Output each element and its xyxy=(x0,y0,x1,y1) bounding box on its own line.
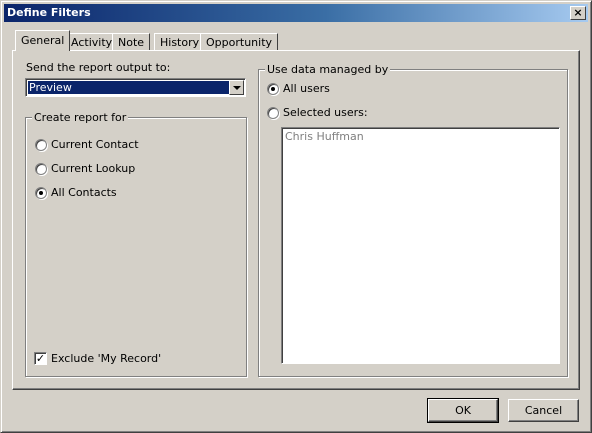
radio-all-contacts[interactable] xyxy=(35,187,47,199)
cancel-button[interactable]: Cancel xyxy=(508,399,579,422)
tab-note-label: Note xyxy=(118,36,145,49)
radio-current-contact[interactable] xyxy=(35,139,47,151)
output-selected-value: Preview xyxy=(28,81,230,94)
current-lookup-label[interactable]: Current Lookup xyxy=(51,162,135,175)
close-button[interactable]: × xyxy=(570,6,586,20)
exclude-my-record-label[interactable]: Exclude 'My Record' xyxy=(51,352,161,365)
users-listbox[interactable]: Chris Huffman xyxy=(281,127,560,364)
selected-users-label[interactable]: Selected users: xyxy=(283,106,368,119)
define-filters-dialog: Define Filters × General Activity Note H… xyxy=(0,0,592,433)
tab-opportunity[interactable]: Opportunity xyxy=(200,33,279,51)
tab-history-label: History xyxy=(160,36,200,49)
tab-opportunity-label: Opportunity xyxy=(206,36,273,49)
tab-history[interactable]: History xyxy=(154,33,206,51)
tab-activity[interactable]: Activity xyxy=(65,33,119,51)
title-bar[interactable]: Define Filters × xyxy=(4,4,588,22)
all-contacts-label[interactable]: All Contacts xyxy=(51,186,117,199)
close-icon: × xyxy=(573,6,583,19)
radio-all-users[interactable] xyxy=(267,83,279,95)
check-icon: ✓ xyxy=(35,352,46,365)
tab-note[interactable]: Note xyxy=(112,33,151,51)
exclude-my-record-checkbox[interactable]: ✓ xyxy=(34,352,47,365)
tab-general[interactable]: General xyxy=(15,30,71,51)
chevron-down-icon[interactable] xyxy=(229,80,244,95)
current-contact-label[interactable]: Current Contact xyxy=(51,138,139,151)
radio-current-lookup[interactable] xyxy=(35,163,47,175)
output-select[interactable]: Preview xyxy=(25,78,246,97)
tab-general-label: General xyxy=(21,34,65,47)
ok-button[interactable]: OK xyxy=(427,398,499,423)
dialog-title: Define Filters xyxy=(7,6,91,19)
list-item[interactable]: Chris Huffman xyxy=(285,130,364,143)
create-report-group: Create report for Current Contact Curren… xyxy=(25,111,247,377)
create-report-title: Create report for xyxy=(32,111,129,124)
all-users-label[interactable]: All users xyxy=(283,82,330,95)
tab-activity-label: Activity xyxy=(71,36,113,49)
radio-selected-users[interactable] xyxy=(267,107,279,119)
data-managed-title: Use data managed by xyxy=(265,63,391,76)
